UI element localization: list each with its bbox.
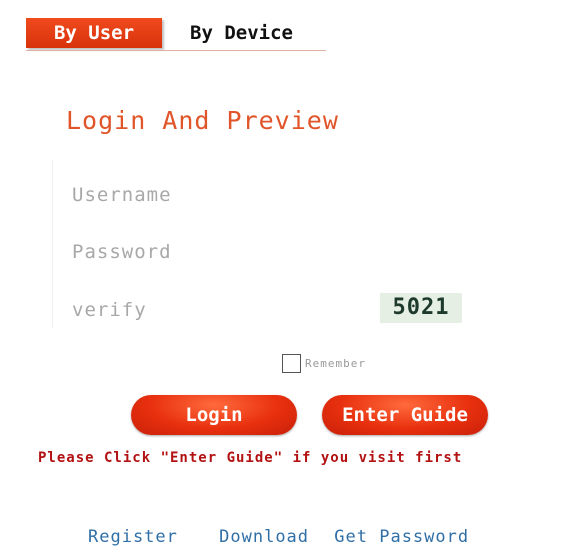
download-link[interactable]: Download: [219, 527, 309, 547]
register-link[interactable]: Register: [88, 527, 178, 547]
tab-by-user[interactable]: By User: [26, 18, 162, 48]
username-field[interactable]: Username: [72, 184, 172, 206]
first-visit-notice: Please Click "Enter Guide" if you visit …: [38, 450, 463, 466]
get-password-link[interactable]: Get Password: [334, 527, 469, 547]
footer-links: Register Download Get Password: [88, 527, 469, 547]
verify-field[interactable]: verify: [72, 299, 147, 321]
login-button[interactable]: Login: [131, 395, 297, 435]
remember-checkbox[interactable]: [282, 354, 301, 373]
login-title: Login And Preview: [66, 106, 339, 135]
password-field[interactable]: Password: [72, 241, 172, 263]
tab-by-device[interactable]: By Device: [190, 18, 293, 48]
tab-divider: [26, 50, 326, 51]
remember-option[interactable]: Remember: [282, 354, 366, 373]
enter-guide-button[interactable]: Enter Guide: [322, 395, 488, 435]
captcha-image[interactable]: 5021: [380, 293, 462, 323]
remember-label: Remember: [305, 357, 366, 370]
